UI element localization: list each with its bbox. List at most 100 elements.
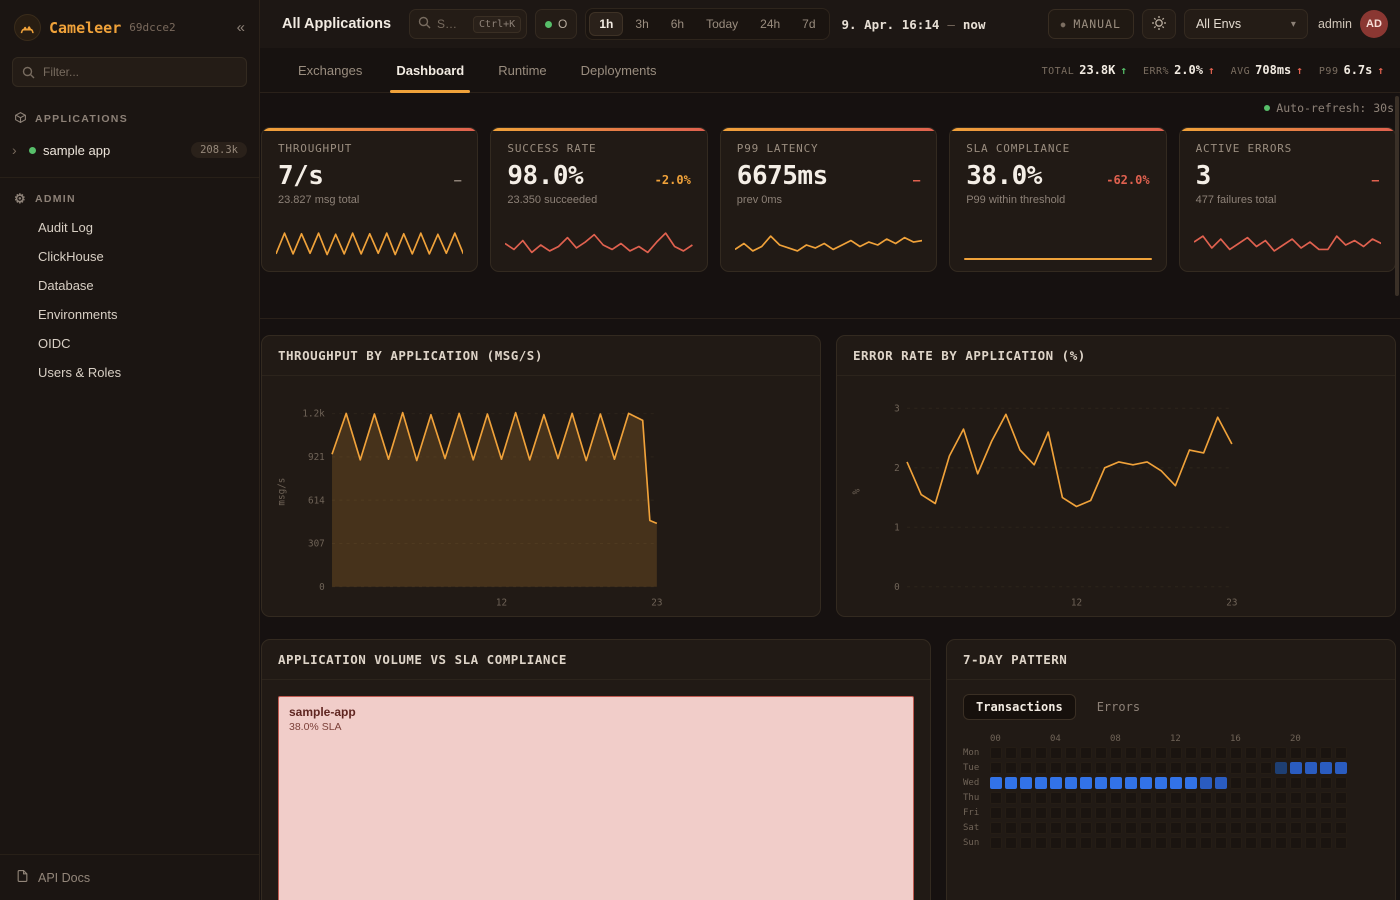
tab-dashboard[interactable]: Dashboard	[380, 48, 480, 92]
heatmap-cell	[1320, 822, 1332, 834]
heatmap-cell	[1305, 822, 1317, 834]
heatmap-cell	[1170, 777, 1182, 789]
main-area: All Applications Ctrl+K O 1h3h6hToday24h…	[260, 0, 1400, 900]
heatmap-cell	[1230, 777, 1242, 789]
tab-runtime[interactable]: Runtime	[482, 48, 562, 92]
heatmap-cell	[1275, 792, 1287, 804]
heatmap-cell	[1320, 807, 1332, 819]
heatmap-cell	[1035, 807, 1047, 819]
status-dot	[29, 147, 36, 154]
sidebar-item-clickhouse[interactable]: ClickHouse	[0, 242, 259, 271]
time-range-7d[interactable]: 7d	[792, 12, 825, 36]
header-stat-total: TOTAL23.8K↑	[1042, 63, 1127, 77]
heatmap-cell	[1170, 762, 1182, 774]
heatmap-cell	[1140, 837, 1152, 849]
global-search-input[interactable]	[437, 17, 467, 31]
heatmap-cell	[1080, 822, 1092, 834]
global-search[interactable]: Ctrl+K	[409, 9, 527, 39]
stat-label: P99	[1319, 66, 1339, 77]
heatmap-cell	[1245, 837, 1257, 849]
heatmap-cell	[1035, 777, 1047, 789]
kpi-value: 7/s	[278, 161, 323, 191]
pattern-tab-transactions[interactable]: Transactions	[963, 694, 1076, 720]
refresh-status-dot	[1264, 105, 1270, 111]
header-stats: TOTAL23.8K↑ERR%2.0%↑AVG708ms↑P996.7s↑	[1042, 48, 1384, 92]
treemap-node-sample-app[interactable]: sample-app 38.0% SLA	[278, 696, 914, 900]
heatmap-cell	[1005, 807, 1017, 819]
sidebar-item-environments[interactable]: Environments	[0, 300, 259, 329]
heatmap-cell	[1035, 747, 1047, 759]
manual-dot-icon: ●	[1061, 20, 1067, 29]
sidebar-item-users-roles[interactable]: Users & Roles	[0, 358, 259, 387]
tab-exchanges[interactable]: Exchanges	[282, 48, 378, 92]
message-count-badge: 208.3k	[191, 142, 247, 158]
heatmap-cell	[1230, 792, 1242, 804]
heatmap-cell	[1320, 837, 1332, 849]
heatmap-cell	[1320, 792, 1332, 804]
api-docs-link[interactable]: API Docs	[0, 854, 259, 900]
heatmap-cell	[1050, 792, 1062, 804]
time-range-3h[interactable]: 3h	[625, 12, 658, 36]
sidebar-filter-input[interactable]	[12, 57, 247, 87]
heatmap-cell	[1305, 777, 1317, 789]
heatmap-cell	[1230, 747, 1242, 759]
heatmap-day-label: Fri	[963, 808, 987, 818]
kpi-delta: -62.0%	[1106, 173, 1149, 187]
sidebar-item-oidc[interactable]: OIDC	[0, 329, 259, 358]
heatmap: 000408121620MonTueWedThuFriSatSun	[963, 734, 1379, 849]
heatmap-cell	[1200, 762, 1212, 774]
sidebar-item-audit-log[interactable]: Audit Log	[0, 213, 259, 242]
error-rate-chart: 01231223%	[847, 384, 1385, 614]
heatmap-day-label: Thu	[963, 793, 987, 803]
scrollbar[interactable]	[1395, 96, 1399, 296]
avatar[interactable]: AD	[1360, 10, 1388, 38]
tab-deployments[interactable]: Deployments	[565, 48, 673, 92]
applications-section: APPLICATIONS › sample app 208.3k	[0, 99, 259, 165]
heatmap-cell	[1170, 807, 1182, 819]
heatmap-cell	[1140, 792, 1152, 804]
time-range-6h[interactable]: 6h	[661, 12, 694, 36]
heatmap-cell	[1185, 762, 1197, 774]
section-divider	[260, 318, 1400, 319]
time-range-today[interactable]: Today	[696, 12, 748, 36]
heatmap-cell	[990, 807, 1002, 819]
theme-toggle-button[interactable]	[1142, 9, 1176, 39]
heatmap-cell	[1335, 792, 1347, 804]
time-range-24h[interactable]: 24h	[750, 12, 790, 36]
sidebar-item-sample-app[interactable]: › sample app 208.3k	[0, 135, 259, 165]
heatmap-cell	[1170, 837, 1182, 849]
heatmap-cell	[990, 747, 1002, 759]
kpi-value: 98.0%	[507, 161, 583, 191]
svg-text:921: 921	[308, 452, 325, 463]
heatmap-cell	[1320, 777, 1332, 789]
chart-body: 01231223%	[837, 376, 1395, 616]
pattern-title: 7-DAY PATTERN	[947, 640, 1395, 680]
manual-refresh-button[interactable]: ● MANUAL	[1048, 9, 1134, 39]
live-toggle[interactable]: O	[535, 9, 577, 39]
pattern-tab-errors[interactable]: Errors	[1084, 694, 1153, 720]
pattern-body: TransactionsErrors 000408121620MonTueWed…	[947, 680, 1395, 866]
env-select[interactable]: All Envs ▾	[1184, 9, 1308, 39]
stat-value: 2.0%	[1174, 63, 1203, 77]
heatmap-cell	[1095, 807, 1107, 819]
app-root: Cameleer 69dcce2 « APPLICATIONS › sample…	[0, 0, 1400, 900]
sidebar-collapse-button[interactable]: «	[237, 19, 245, 36]
heatmap-cell	[1215, 777, 1227, 789]
heatmap-day-label: Sat	[963, 823, 987, 833]
heatmap-cell	[1170, 747, 1182, 759]
heatmap-cell	[1005, 837, 1017, 849]
heatmap-cell	[1185, 807, 1197, 819]
live-toggle-label: O	[558, 17, 567, 31]
seven-day-pattern-card: 7-DAY PATTERN TransactionsErrors 0004081…	[946, 639, 1396, 900]
kpi-card-p99-latency: P99 LATENCY6675ms–prev 0ms	[720, 127, 937, 272]
heatmap-cell	[1245, 747, 1257, 759]
sidebar-item-database[interactable]: Database	[0, 271, 259, 300]
heatmap-cell	[1260, 747, 1272, 759]
heatmap-cell	[990, 822, 1002, 834]
heatmap-cell	[1260, 777, 1272, 789]
time-range-1h[interactable]: 1h	[589, 12, 623, 36]
heatmap-cell	[1035, 792, 1047, 804]
search-icon	[22, 66, 35, 82]
heatmap-cell	[1290, 777, 1302, 789]
heatmap-cell	[1290, 792, 1302, 804]
